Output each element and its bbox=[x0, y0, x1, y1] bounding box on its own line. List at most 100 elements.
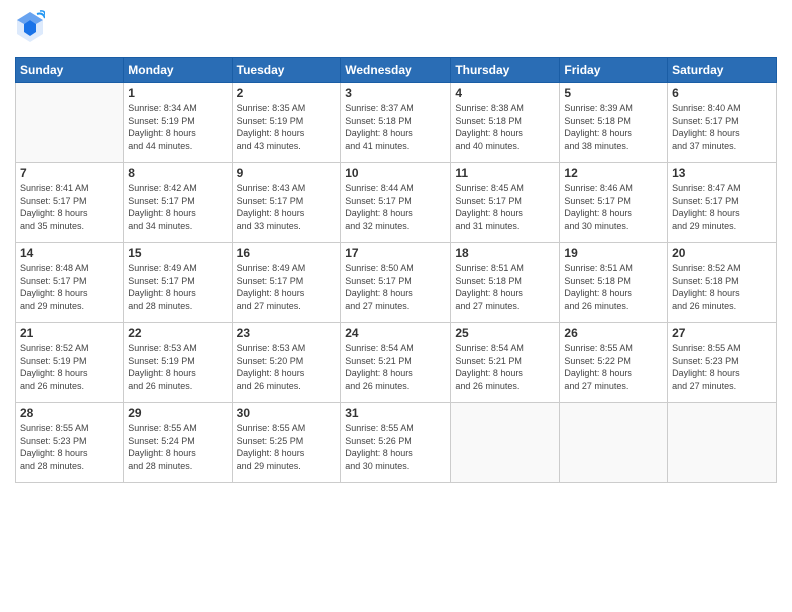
day-number: 21 bbox=[20, 326, 119, 340]
day-number: 7 bbox=[20, 166, 119, 180]
calendar-week-row: 1 Sunrise: 8:34 AM Sunset: 5:19 PM Daylig… bbox=[16, 83, 777, 163]
day-info: Sunrise: 8:55 AM Sunset: 5:24 PM Dayligh… bbox=[128, 422, 227, 472]
calendar-cell: 13 Sunrise: 8:47 AM Sunset: 5:17 PM Dayli… bbox=[668, 163, 777, 243]
day-info: Sunrise: 8:51 AM Sunset: 5:18 PM Dayligh… bbox=[564, 262, 663, 312]
day-info: Sunrise: 8:53 AM Sunset: 5:19 PM Dayligh… bbox=[128, 342, 227, 392]
day-info: Sunrise: 8:54 AM Sunset: 5:21 PM Dayligh… bbox=[345, 342, 446, 392]
day-info: Sunrise: 8:55 AM Sunset: 5:23 PM Dayligh… bbox=[672, 342, 772, 392]
day-info: Sunrise: 8:41 AM Sunset: 5:17 PM Dayligh… bbox=[20, 182, 119, 232]
day-info: Sunrise: 8:51 AM Sunset: 5:18 PM Dayligh… bbox=[455, 262, 555, 312]
weekday-header: Sunday bbox=[16, 58, 124, 83]
day-number: 24 bbox=[345, 326, 446, 340]
calendar-cell: 30 Sunrise: 8:55 AM Sunset: 5:25 PM Dayli… bbox=[232, 403, 341, 483]
day-info: Sunrise: 8:46 AM Sunset: 5:17 PM Dayligh… bbox=[564, 182, 663, 232]
calendar-cell: 24 Sunrise: 8:54 AM Sunset: 5:21 PM Dayli… bbox=[341, 323, 451, 403]
day-number: 16 bbox=[237, 246, 337, 260]
calendar-cell: 28 Sunrise: 8:55 AM Sunset: 5:23 PM Dayli… bbox=[16, 403, 124, 483]
calendar-cell bbox=[668, 403, 777, 483]
day-number: 13 bbox=[672, 166, 772, 180]
calendar-cell: 12Sunrise: 8:46 AM Sunset: 5:17 PM Dayli… bbox=[560, 163, 668, 243]
day-number: 23 bbox=[237, 326, 337, 340]
day-number: 15 bbox=[128, 246, 227, 260]
day-info: Sunrise: 8:55 AM Sunset: 5:26 PM Dayligh… bbox=[345, 422, 446, 472]
calendar-cell: 11Sunrise: 8:45 AM Sunset: 5:17 PM Dayli… bbox=[451, 163, 560, 243]
calendar-header-row: SundayMondayTuesdayWednesdayThursdayFrid… bbox=[16, 58, 777, 83]
day-number: 31 bbox=[345, 406, 446, 420]
calendar-cell: 9 Sunrise: 8:43 AM Sunset: 5:17 PM Daylig… bbox=[232, 163, 341, 243]
calendar-cell: 27 Sunrise: 8:55 AM Sunset: 5:23 PM Dayli… bbox=[668, 323, 777, 403]
day-info: Sunrise: 8:49 AM Sunset: 5:17 PM Dayligh… bbox=[237, 262, 337, 312]
day-number: 17 bbox=[345, 246, 446, 260]
day-info: Sunrise: 8:55 AM Sunset: 5:22 PM Dayligh… bbox=[564, 342, 663, 392]
calendar-cell: 20Sunrise: 8:52 AM Sunset: 5:18 PM Dayli… bbox=[668, 243, 777, 323]
calendar-cell: 25 Sunrise: 8:54 AM Sunset: 5:21 PM Dayli… bbox=[451, 323, 560, 403]
weekday-header: Tuesday bbox=[232, 58, 341, 83]
day-info: Sunrise: 8:37 AM Sunset: 5:18 PM Dayligh… bbox=[345, 102, 446, 152]
day-number: 18 bbox=[455, 246, 555, 260]
calendar-cell bbox=[16, 83, 124, 163]
calendar-cell: 16 Sunrise: 8:49 AM Sunset: 5:17 PM Dayli… bbox=[232, 243, 341, 323]
day-number: 8 bbox=[128, 166, 227, 180]
day-number: 19 bbox=[564, 246, 663, 260]
day-info: Sunrise: 8:40 AM Sunset: 5:17 PM Dayligh… bbox=[672, 102, 772, 152]
calendar-table: SundayMondayTuesdayWednesdayThursdayFrid… bbox=[15, 57, 777, 483]
day-info: Sunrise: 8:54 AM Sunset: 5:21 PM Dayligh… bbox=[455, 342, 555, 392]
calendar-cell: 29 Sunrise: 8:55 AM Sunset: 5:24 PM Dayli… bbox=[124, 403, 232, 483]
calendar-cell: 26 Sunrise: 8:55 AM Sunset: 5:22 PM Dayli… bbox=[560, 323, 668, 403]
calendar-cell: 2 Sunrise: 8:35 AM Sunset: 5:19 PM Daylig… bbox=[232, 83, 341, 163]
day-number: 27 bbox=[672, 326, 772, 340]
calendar-cell: 22 Sunrise: 8:53 AM Sunset: 5:19 PM Dayli… bbox=[124, 323, 232, 403]
weekday-header: Monday bbox=[124, 58, 232, 83]
day-number: 29 bbox=[128, 406, 227, 420]
calendar-cell: 5Sunrise: 8:39 AM Sunset: 5:18 PM Daylig… bbox=[560, 83, 668, 163]
weekday-header: Friday bbox=[560, 58, 668, 83]
day-number: 3 bbox=[345, 86, 446, 100]
day-number: 6 bbox=[672, 86, 772, 100]
day-info: Sunrise: 8:47 AM Sunset: 5:17 PM Dayligh… bbox=[672, 182, 772, 232]
weekday-header: Thursday bbox=[451, 58, 560, 83]
day-number: 22 bbox=[128, 326, 227, 340]
day-info: Sunrise: 8:48 AM Sunset: 5:17 PM Dayligh… bbox=[20, 262, 119, 312]
calendar-week-row: 28 Sunrise: 8:55 AM Sunset: 5:23 PM Dayli… bbox=[16, 403, 777, 483]
calendar-cell: 3 Sunrise: 8:37 AM Sunset: 5:18 PM Daylig… bbox=[341, 83, 451, 163]
calendar-week-row: 14Sunrise: 8:48 AM Sunset: 5:17 PM Dayli… bbox=[16, 243, 777, 323]
calendar-cell: 10 Sunrise: 8:44 AM Sunset: 5:17 PM Dayli… bbox=[341, 163, 451, 243]
calendar-cell: 14Sunrise: 8:48 AM Sunset: 5:17 PM Dayli… bbox=[16, 243, 124, 323]
logo bbox=[15, 10, 49, 49]
weekday-header: Saturday bbox=[668, 58, 777, 83]
day-number: 20 bbox=[672, 246, 772, 260]
day-info: Sunrise: 8:55 AM Sunset: 5:25 PM Dayligh… bbox=[237, 422, 337, 472]
day-number: 25 bbox=[455, 326, 555, 340]
day-info: Sunrise: 8:52 AM Sunset: 5:19 PM Dayligh… bbox=[20, 342, 119, 392]
day-info: Sunrise: 8:35 AM Sunset: 5:19 PM Dayligh… bbox=[237, 102, 337, 152]
calendar-cell bbox=[560, 403, 668, 483]
day-info: Sunrise: 8:43 AM Sunset: 5:17 PM Dayligh… bbox=[237, 182, 337, 232]
day-number: 9 bbox=[237, 166, 337, 180]
day-number: 10 bbox=[345, 166, 446, 180]
calendar-cell: 21 Sunrise: 8:52 AM Sunset: 5:19 PM Dayli… bbox=[16, 323, 124, 403]
day-info: Sunrise: 8:42 AM Sunset: 5:17 PM Dayligh… bbox=[128, 182, 227, 232]
calendar-cell: 6 Sunrise: 8:40 AM Sunset: 5:17 PM Daylig… bbox=[668, 83, 777, 163]
day-number: 28 bbox=[20, 406, 119, 420]
logo-icon bbox=[15, 10, 45, 44]
weekday-header: Wednesday bbox=[341, 58, 451, 83]
calendar-cell: 17Sunrise: 8:50 AM Sunset: 5:17 PM Dayli… bbox=[341, 243, 451, 323]
calendar-cell: 4Sunrise: 8:38 AM Sunset: 5:18 PM Daylig… bbox=[451, 83, 560, 163]
day-info: Sunrise: 8:44 AM Sunset: 5:17 PM Dayligh… bbox=[345, 182, 446, 232]
day-number: 30 bbox=[237, 406, 337, 420]
day-info: Sunrise: 8:55 AM Sunset: 5:23 PM Dayligh… bbox=[20, 422, 119, 472]
calendar-cell: 18 Sunrise: 8:51 AM Sunset: 5:18 PM Dayli… bbox=[451, 243, 560, 323]
day-number: 5 bbox=[564, 86, 663, 100]
day-number: 11 bbox=[455, 166, 555, 180]
calendar-cell: 8 Sunrise: 8:42 AM Sunset: 5:17 PM Daylig… bbox=[124, 163, 232, 243]
day-number: 2 bbox=[237, 86, 337, 100]
calendar-week-row: 7 Sunrise: 8:41 AM Sunset: 5:17 PM Daylig… bbox=[16, 163, 777, 243]
header bbox=[15, 10, 777, 49]
day-info: Sunrise: 8:38 AM Sunset: 5:18 PM Dayligh… bbox=[455, 102, 555, 152]
day-number: 26 bbox=[564, 326, 663, 340]
day-number: 1 bbox=[128, 86, 227, 100]
day-info: Sunrise: 8:34 AM Sunset: 5:19 PM Dayligh… bbox=[128, 102, 227, 152]
calendar-cell: 19 Sunrise: 8:51 AM Sunset: 5:18 PM Dayli… bbox=[560, 243, 668, 323]
calendar-cell: 1 Sunrise: 8:34 AM Sunset: 5:19 PM Daylig… bbox=[124, 83, 232, 163]
calendar-cell bbox=[451, 403, 560, 483]
